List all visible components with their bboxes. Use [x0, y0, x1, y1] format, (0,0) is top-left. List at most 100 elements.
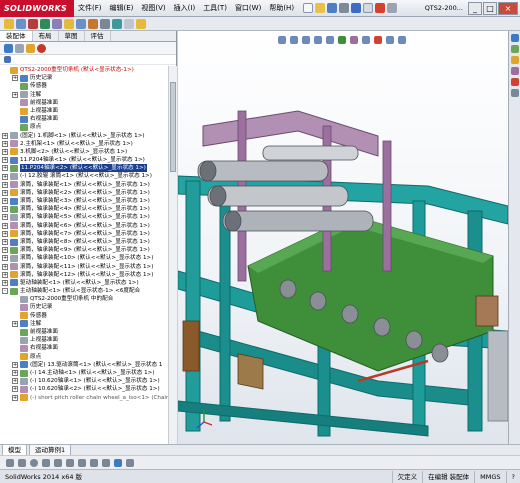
expand-toggle-icon[interactable]: +: [2, 255, 8, 262]
tree-node[interactable]: + 滚筒，轴承装配<3> (默认<<默认>_显示状态 1>): [0, 197, 168, 205]
expand-toggle-icon[interactable]: +: [2, 148, 8, 155]
tree-node[interactable]: + (-) 10.620轴承<2> (默认<<默认>_显示状态 1>): [0, 385, 168, 393]
show-hidden-icon[interactable]: [112, 18, 122, 29]
menu-file[interactable]: 文件(F): [74, 0, 106, 17]
tree-scrollbar[interactable]: [168, 66, 177, 444]
tree-node[interactable]: + 驱动轴装配<1> (默认<<默认>_显示状态 1>): [0, 279, 168, 287]
restore-button[interactable]: □: [483, 1, 497, 15]
expand-toggle-icon[interactable]: [12, 345, 18, 351]
machine-3d-model[interactable]: [178, 31, 508, 444]
file-explorer-icon[interactable]: [511, 56, 519, 64]
instant3d-icon[interactable]: [136, 18, 146, 29]
tab-motion-study[interactable]: 运动算例1: [29, 444, 72, 456]
sketch-icon[interactable]: [6, 458, 14, 467]
expand-toggle-icon[interactable]: +: [2, 140, 8, 147]
expand-toggle-icon[interactable]: +: [12, 320, 18, 327]
expand-toggle-icon[interactable]: [12, 305, 18, 311]
tree-node[interactable]: + 滚筒，轴承装配<10> (默认<<默认>_显示状态 1>): [0, 254, 168, 262]
tree-node[interactable]: +11.P204轴承<1> (默认<<默认>_显示状态 1>): [0, 156, 168, 164]
appearances-icon[interactable]: [511, 78, 519, 86]
expand-toggle-icon[interactable]: +: [2, 165, 8, 172]
tab-sketch[interactable]: 草图: [59, 31, 85, 41]
tree-node[interactable]: + 滚筒，轴承装配<6> (默认<<默认>_显示状态 1>): [0, 222, 168, 230]
reference-geometry-icon[interactable]: [76, 18, 86, 29]
unit-system[interactable]: MMGS: [474, 470, 505, 483]
graphics-area[interactable]: [178, 31, 508, 444]
tree-node[interactable]: QTS2-2000重型切条机 (默认<显示状态-1>): [0, 66, 168, 74]
tree-node[interactable]: + (固定) 1.机脚<1> (默认<<默认>_显示状态 1>): [0, 132, 168, 140]
expand-toggle-icon[interactable]: +: [12, 378, 18, 385]
tree-node[interactable]: + 注解: [0, 91, 168, 99]
scrollbar-thumb[interactable]: [170, 82, 176, 172]
mate-icon[interactable]: [16, 18, 26, 29]
tree-node[interactable]: + (固定) 13.驱动滚筒<1> (默认<<默认>_显示状态 1: [0, 361, 168, 369]
linear-pattern-icon[interactable]: [52, 18, 62, 29]
expand-toggle-icon[interactable]: +: [12, 394, 18, 401]
trim-icon[interactable]: [78, 458, 86, 467]
tree-node[interactable]: 上视基准面: [0, 107, 168, 115]
options-gear-icon[interactable]: [387, 3, 398, 13]
property-manager-icon[interactable]: [15, 43, 24, 53]
minimize-button[interactable]: _: [468, 1, 482, 15]
tree-node[interactable]: + (-) 10.620轴承<1> (默认<<默认>_显示状态 1>): [0, 377, 168, 385]
expand-toggle-icon[interactable]: +: [12, 370, 18, 377]
exploded-view-icon[interactable]: [88, 18, 98, 29]
toolbar-more-icon[interactable]: [124, 18, 134, 29]
tree-node[interactable]: + (-) 12.胶辊 滚筒<1> (默认<<默认>_显示状态 1>): [0, 172, 168, 181]
expand-toggle-icon[interactable]: [12, 313, 18, 319]
tree-node[interactable]: 历史记录: [0, 303, 168, 312]
tree-node[interactable]: 前视基准面: [0, 99, 168, 107]
spline-icon[interactable]: [66, 458, 74, 467]
help-icon[interactable]: ?: [505, 470, 520, 483]
filter-icon[interactable]: [4, 56, 11, 63]
print-icon[interactable]: [339, 3, 350, 13]
move-component-icon[interactable]: [40, 18, 50, 29]
tree-node[interactable]: 原点: [0, 353, 168, 361]
view-palette-icon[interactable]: [511, 67, 519, 75]
expand-toggle-icon[interactable]: +: [2, 271, 8, 278]
tree-node[interactable]: + 滚筒，轴承装配<12> (默认<<默认>_显示状态 1>): [0, 271, 168, 279]
tree-node[interactable]: +2.主机架<1> (默认<<默认>_显示状态 1>): [0, 140, 168, 148]
arc-icon[interactable]: [42, 458, 50, 467]
expand-toggle-icon[interactable]: +: [2, 132, 8, 139]
close-button[interactable]: ×: [498, 1, 518, 15]
expand-toggle-icon[interactable]: +: [2, 157, 8, 164]
expand-toggle-icon[interactable]: [12, 296, 18, 302]
custom-properties-icon[interactable]: [511, 89, 519, 97]
menu-view[interactable]: 视图(V): [137, 0, 169, 17]
expand-toggle-icon[interactable]: +: [2, 189, 8, 196]
new-file-icon[interactable]: [303, 3, 314, 13]
tree-node[interactable]: + (-) short pitch roller chain wheel_a_is…: [0, 394, 168, 402]
expand-toggle-icon[interactable]: +: [2, 214, 8, 221]
expand-toggle-icon[interactable]: +: [2, 239, 8, 246]
tab-evaluate[interactable]: 评估: [85, 31, 111, 41]
expand-toggle-icon[interactable]: +: [2, 222, 8, 229]
tab-model[interactable]: 模型: [2, 444, 27, 456]
tree-node[interactable]: + 滚筒，轴承装配<1> (默认<<默认>_显示状态 1>): [0, 181, 168, 189]
expand-toggle-icon[interactable]: +: [12, 91, 18, 98]
tab-layout[interactable]: 布局: [33, 31, 59, 41]
assembly-features-icon[interactable]: [64, 18, 74, 29]
menu-help[interactable]: 帮助(H): [265, 0, 298, 17]
tree-node[interactable]: + 滚筒，轴承装配<8> (默认<<默认>_显示状态 1>): [0, 238, 168, 246]
tree-node[interactable]: 传感器: [0, 312, 168, 320]
menu-edit[interactable]: 编辑(E): [106, 0, 138, 17]
smart-dimension-icon[interactable]: [114, 458, 122, 467]
tree-node[interactable]: + 滚筒，轴承装配<4> (默认<<默认>_显示状态 1>): [0, 205, 168, 213]
expand-toggle-icon[interactable]: +: [2, 173, 8, 180]
tree-node[interactable]: + 滚筒，轴承装配<11> (默认<<默认>_显示状态 1>): [0, 263, 168, 271]
tab-assembly[interactable]: 装配体: [0, 31, 33, 41]
tree-node[interactable]: + (-) 14.主动轴<1> (默认<<默认>_显示状态 1>): [0, 369, 168, 377]
tree-node[interactable]: +11.P204轴承<2> (默认<<默认>_显示状态 1>): [0, 164, 168, 173]
expand-toggle-icon[interactable]: [12, 108, 18, 114]
expand-toggle-icon[interactable]: [12, 100, 18, 106]
mirror-icon[interactable]: [102, 458, 110, 467]
tree-filter[interactable]: [0, 55, 176, 65]
undo-icon[interactable]: [351, 3, 362, 13]
expand-toggle-icon[interactable]: +: [12, 386, 18, 393]
tree-node[interactable]: + 滚筒，轴承装配<2> (默认<<默认>_显示状态 1>): [0, 189, 168, 197]
interference-icon[interactable]: [100, 18, 110, 29]
expand-toggle-icon[interactable]: [12, 354, 18, 360]
tree-node[interactable]: 传感器: [0, 82, 168, 90]
tree-node[interactable]: 上视基准面: [0, 336, 168, 344]
